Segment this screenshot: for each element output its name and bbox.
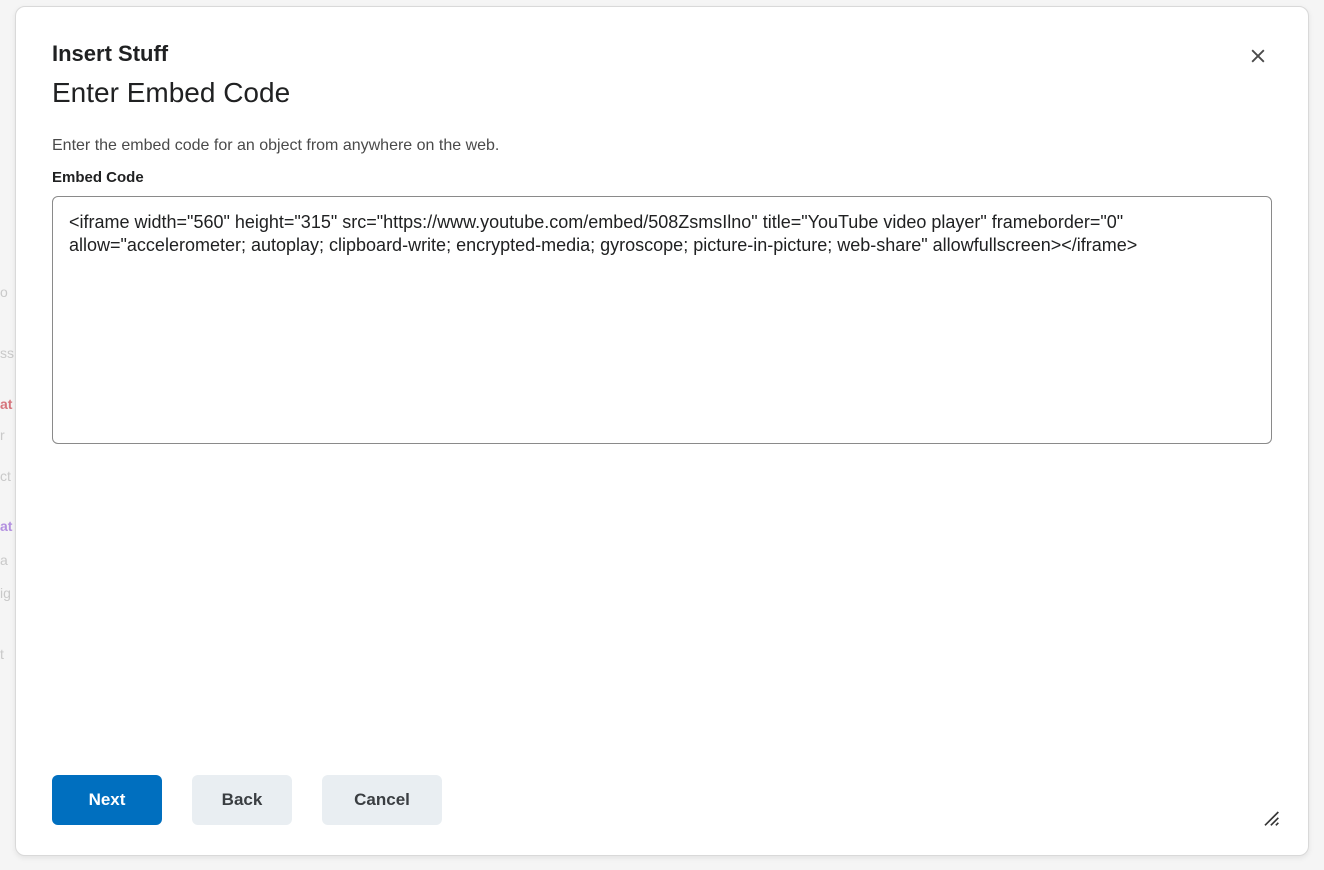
close-button[interactable] [1244,43,1272,71]
modal-footer: Next Back Cancel [16,775,1308,855]
bg-text: r [0,427,5,443]
modal-body: Insert Stuff Enter Embed Code Enter the … [16,7,1308,775]
modal-title: Insert Stuff [52,41,1272,67]
bg-text: ig [0,585,11,601]
bg-text: at [0,396,12,412]
next-button[interactable]: Next [52,775,162,825]
cancel-button[interactable]: Cancel [322,775,442,825]
resize-handle-icon [1260,807,1280,827]
bg-text: at [0,518,12,534]
bg-text: a [0,552,8,568]
bg-text: ct [0,468,11,484]
embed-code-label: Embed Code [52,169,1272,186]
close-icon [1248,46,1268,69]
bg-text: ss [0,345,14,361]
helper-text: Enter the embed code for an object from … [52,137,1272,155]
section-title: Enter Embed Code [52,77,1272,109]
back-button[interactable]: Back [192,775,292,825]
embed-code-textarea[interactable] [52,196,1272,444]
bg-text: t [0,646,4,662]
bg-text: o [0,284,8,300]
insert-stuff-modal: Insert Stuff Enter Embed Code Enter the … [15,6,1309,856]
